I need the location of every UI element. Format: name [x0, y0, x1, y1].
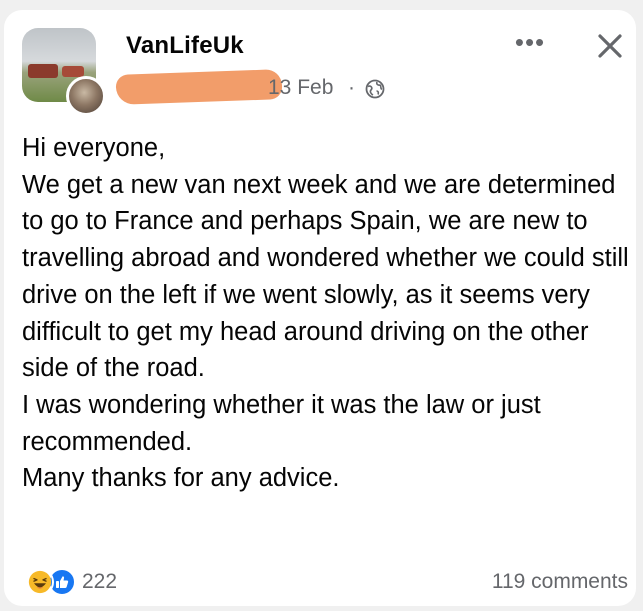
group-avatar[interactable] [22, 28, 106, 116]
comments-count-link[interactable]: 119 comments [492, 570, 628, 594]
van-shape [28, 64, 58, 78]
author-avatar[interactable] [66, 76, 106, 116]
thumbs-up-icon [56, 576, 69, 588]
reaction-summary[interactable]: 222 [26, 567, 117, 597]
post-meta: 13 Feb · [115, 69, 416, 106]
globe-icon [365, 79, 385, 99]
close-icon[interactable] [594, 30, 626, 62]
redacted-author-name [115, 69, 283, 105]
haha-reaction-icon [26, 568, 54, 596]
more-options-button[interactable]: ••• [512, 29, 548, 58]
post-date[interactable]: 13 Feb [268, 76, 333, 100]
more-icon: ••• [514, 27, 546, 57]
reaction-count: 222 [82, 570, 118, 593]
group-name[interactable]: VanLifeUk [126, 32, 244, 60]
post-text: Hi everyone, We get a new van next week … [22, 134, 629, 493]
post-card: VanLifeUk 13 Feb · ••• Hi everyone, We g… [4, 10, 636, 606]
van-shape [62, 66, 84, 77]
meta-separator: · [348, 76, 355, 99]
